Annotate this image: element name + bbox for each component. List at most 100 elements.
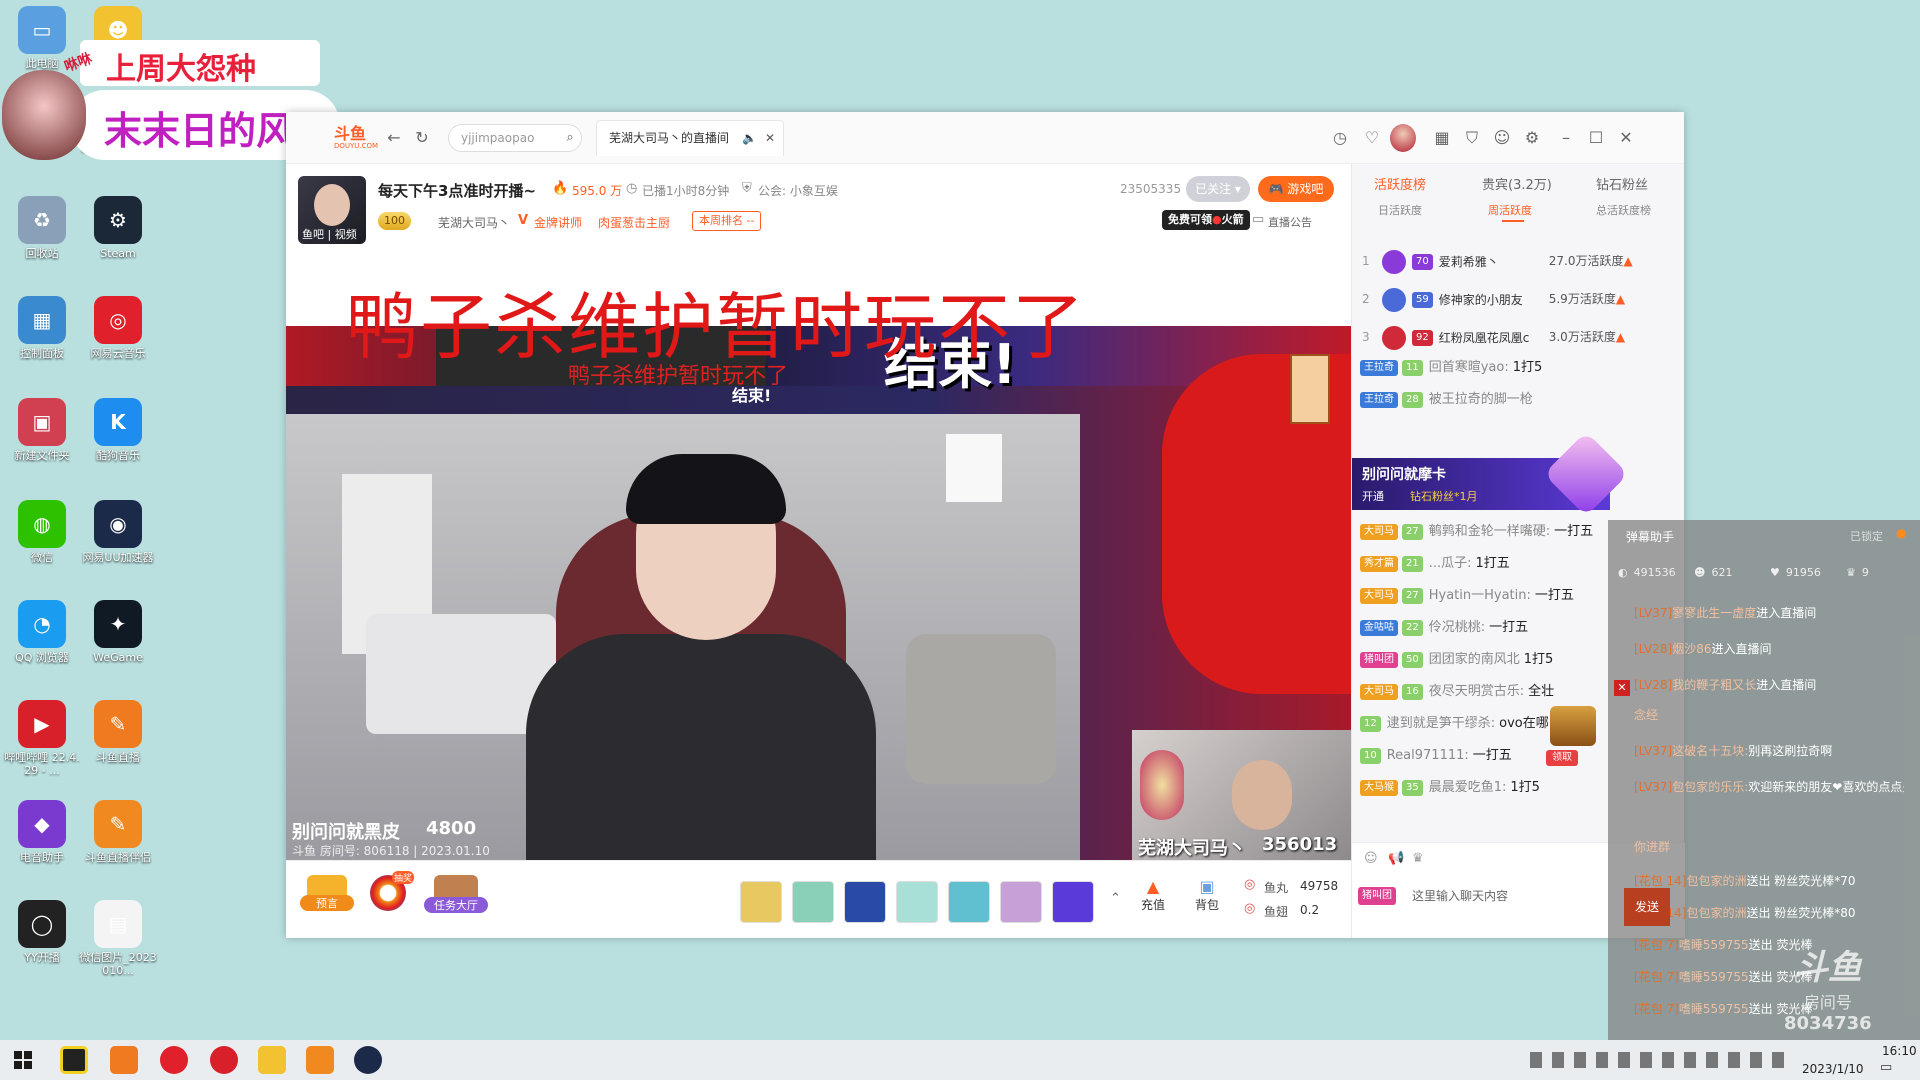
notification-icon[interactable]: ▭ bbox=[1880, 1060, 1892, 1075]
chat-user[interactable]: 团团家的南风北 bbox=[1429, 652, 1520, 667]
desktop-icon[interactable]: ◔ QQ 浏览器 bbox=[2, 600, 82, 664]
close-icon[interactable]: ✕ bbox=[1616, 128, 1636, 148]
forecast-button[interactable]: 预言 bbox=[300, 875, 354, 919]
streamer-name[interactable]: 芜湖大司马丶 bbox=[438, 214, 510, 231]
subtab-daily[interactable]: 日活跃度 bbox=[1378, 202, 1422, 218]
gift-item[interactable] bbox=[896, 881, 938, 923]
horn-icon[interactable]: 📢 bbox=[1388, 851, 1404, 866]
douyu-taskbar-icon[interactable] bbox=[110, 1046, 138, 1074]
desktop-icon[interactable]: ⚙ Steam bbox=[78, 196, 158, 260]
streamer-avatar[interactable]: 鱼吧 | 视频 bbox=[298, 176, 366, 244]
subtab-weekly[interactable]: 周活跃度 bbox=[1488, 202, 1532, 218]
speaker-icon[interactable]: 🔈 bbox=[742, 121, 757, 155]
tab-live-room[interactable]: 芜湖大司马丶的直播间 🔈 ✕ bbox=[596, 120, 784, 156]
lottery-button[interactable]: 抽奖 bbox=[370, 871, 416, 919]
desktop-icon[interactable]: ◍ 微信 bbox=[2, 500, 82, 564]
avatar-label[interactable]: 鱼吧 | 视频 bbox=[302, 226, 357, 242]
desktop-icon[interactable]: ◎ 网易云音乐 bbox=[78, 296, 158, 360]
gift-item[interactable] bbox=[948, 881, 990, 923]
tab-activity-rank[interactable]: 活跃度榜 bbox=[1374, 174, 1426, 193]
gift-item[interactable] bbox=[844, 881, 886, 923]
desktop-icon[interactable]: ▶ 哔哩哔哩 22.4.29 - ... bbox=[2, 700, 82, 777]
follow-button[interactable]: 已关注 ▾ bbox=[1186, 176, 1250, 202]
mascot-taskbar-icon[interactable] bbox=[258, 1046, 286, 1074]
refresh-icon[interactable]: ↻ bbox=[412, 128, 432, 148]
desktop-icon[interactable]: ✎ 斗鱼直播 bbox=[78, 700, 158, 764]
task-icon[interactable]: ▦ bbox=[1432, 128, 1452, 148]
desktop-icon[interactable]: ▤ 微信图片_2023010... bbox=[78, 900, 158, 977]
receive-button[interactable]: 领取 bbox=[1546, 750, 1578, 766]
recharge-button[interactable]: ▲ 充值 bbox=[1132, 877, 1174, 913]
gift-item[interactable] bbox=[740, 881, 782, 923]
user-avatar[interactable] bbox=[1390, 124, 1416, 152]
back-icon[interactable]: ← bbox=[384, 128, 404, 148]
desktop-icon[interactable]: ▦ 控制面板 bbox=[2, 296, 82, 360]
game-bar-button[interactable]: 🎮 游戏吧 bbox=[1258, 176, 1334, 202]
streamer-tag-1[interactable]: 金牌讲师 bbox=[534, 214, 582, 231]
gift-item[interactable] bbox=[1052, 881, 1094, 923]
chat-input[interactable]: 这里输入聊天内容 bbox=[1412, 883, 1582, 909]
treasure-chest-icon[interactable] bbox=[1550, 706, 1596, 746]
danmu-locked[interactable]: 已锁定 bbox=[1850, 528, 1883, 544]
streamer-tag-2[interactable]: 肉蛋葱击主厨 bbox=[598, 214, 670, 231]
desktop-icon[interactable]: ◉ 网易UU加速器 bbox=[78, 500, 158, 564]
chat-user[interactable]: ...瓜子: bbox=[1429, 556, 1472, 571]
chat-user[interactable]: 晨晨爱吃鱼1: bbox=[1429, 780, 1507, 795]
subtab-total[interactable]: 总活跃度榜 bbox=[1596, 202, 1651, 218]
search-icon[interactable]: ⌕ bbox=[560, 128, 580, 148]
danmu-close-icon[interactable]: ✕ bbox=[1614, 680, 1630, 696]
minimize-icon[interactable]: – bbox=[1556, 128, 1576, 148]
yy-taskbar-icon[interactable] bbox=[60, 1046, 88, 1074]
desktop-icon[interactable]: ✦ WeGame bbox=[78, 600, 158, 664]
heart-icon[interactable]: ♡ bbox=[1362, 128, 1382, 148]
bilibili-taskbar-icon[interactable] bbox=[210, 1046, 238, 1074]
clock-time[interactable]: 16:10 bbox=[1882, 1044, 1917, 1058]
rank-row[interactable]: 2 59 修神家的小朋友 5.9万活跃度▲ bbox=[1362, 284, 1680, 314]
chat-user[interactable]: 被王拉奇的脚一枪 bbox=[1429, 392, 1533, 407]
emoji-icon[interactable]: ☺ bbox=[1364, 851, 1378, 866]
chat-user[interactable]: 逮到就是笋干缪杀: bbox=[1387, 716, 1495, 731]
uu-taskbar-icon[interactable] bbox=[354, 1046, 382, 1074]
desktop-icon[interactable]: ✎ 斗鱼直播伴侣 bbox=[78, 800, 158, 864]
desktop-icon[interactable]: ▣ 新建文件夹 bbox=[2, 398, 82, 462]
tab-diamond-fans[interactable]: 钻石粉丝 bbox=[1596, 174, 1648, 193]
stream-guild[interactable]: 公会: 小象互娱 bbox=[758, 182, 838, 199]
clock-date[interactable]: 2023/1/10 bbox=[1802, 1062, 1864, 1076]
announcement-link[interactable]: 直播公告 bbox=[1268, 214, 1312, 230]
tab-vip[interactable]: 贵宾(3.2万) bbox=[1482, 174, 1552, 193]
rank-row[interactable]: 1 70 爱莉希雅丶 27.0万活跃度▲ bbox=[1362, 246, 1680, 276]
weekly-rank-button[interactable]: 本周排名 -- bbox=[692, 211, 762, 231]
chat-user[interactable]: Hyatin一Hyatin: bbox=[1429, 588, 1531, 603]
shirt-icon[interactable]: ⛉ bbox=[1462, 128, 1482, 148]
rank-row[interactable]: 3 92 红粉凤凰花凤凰c 3.0万活跃度▲ bbox=[1362, 322, 1680, 352]
tab-close-icon[interactable]: ✕ bbox=[765, 121, 775, 155]
chat-user[interactable]: 鹌鹑和金轮一样嘴硬: bbox=[1429, 524, 1550, 539]
team-badge[interactable]: 猪叫团 bbox=[1358, 887, 1396, 905]
gift-item[interactable] bbox=[1000, 881, 1042, 923]
gift-expand-icon[interactable]: ⌃ bbox=[1110, 891, 1121, 906]
desktop-icon[interactable]: K 酷狗音乐 bbox=[78, 398, 158, 462]
desktop-icon[interactable]: ◯ YY开播 bbox=[2, 900, 82, 964]
chat-user[interactable]: 伶况桃桃: bbox=[1429, 620, 1485, 635]
chat-user[interactable]: 回首寒暄yao: bbox=[1429, 360, 1509, 375]
message-icon[interactable]: ☺ bbox=[1492, 128, 1512, 148]
task-hall-button[interactable]: 任务大厅 bbox=[424, 875, 488, 919]
douyu-companion-taskbar-icon[interactable] bbox=[306, 1046, 334, 1074]
danmu-send-button[interactable]: 发送 bbox=[1624, 888, 1670, 926]
douyu-logo[interactable]: 斗鱼 DOUYU.COM bbox=[334, 126, 378, 151]
maximize-icon[interactable]: ☐ bbox=[1586, 128, 1606, 148]
netease-music-taskbar-icon[interactable] bbox=[160, 1046, 188, 1074]
start-icon[interactable] bbox=[14, 1051, 32, 1069]
backpack-button[interactable]: ▣ 背包 bbox=[1186, 877, 1228, 913]
history-icon[interactable]: ◷ bbox=[1330, 128, 1350, 148]
video-player[interactable]: 鸭子杀维护暂时玩不了 结束! 结束! 鸭子杀维护暂时玩不了 806118 别问问… bbox=[286, 254, 1351, 860]
gift-item[interactable] bbox=[792, 881, 834, 923]
desktop-icon[interactable]: ♻ 回收站 bbox=[2, 196, 82, 260]
lock-icon[interactable]: ● bbox=[1896, 526, 1906, 540]
desktop-icon[interactable]: ◆ 电音助手 bbox=[2, 800, 82, 864]
free-gift-button[interactable]: 免费可领●火箭 bbox=[1162, 210, 1250, 230]
crown-icon[interactable]: ♛ bbox=[1412, 851, 1424, 866]
chat-user[interactable]: 夜尽天明赏古乐: bbox=[1429, 684, 1524, 699]
chat-user[interactable]: Real971111: bbox=[1387, 748, 1469, 763]
settings-icon[interactable]: ⚙ bbox=[1522, 128, 1542, 148]
